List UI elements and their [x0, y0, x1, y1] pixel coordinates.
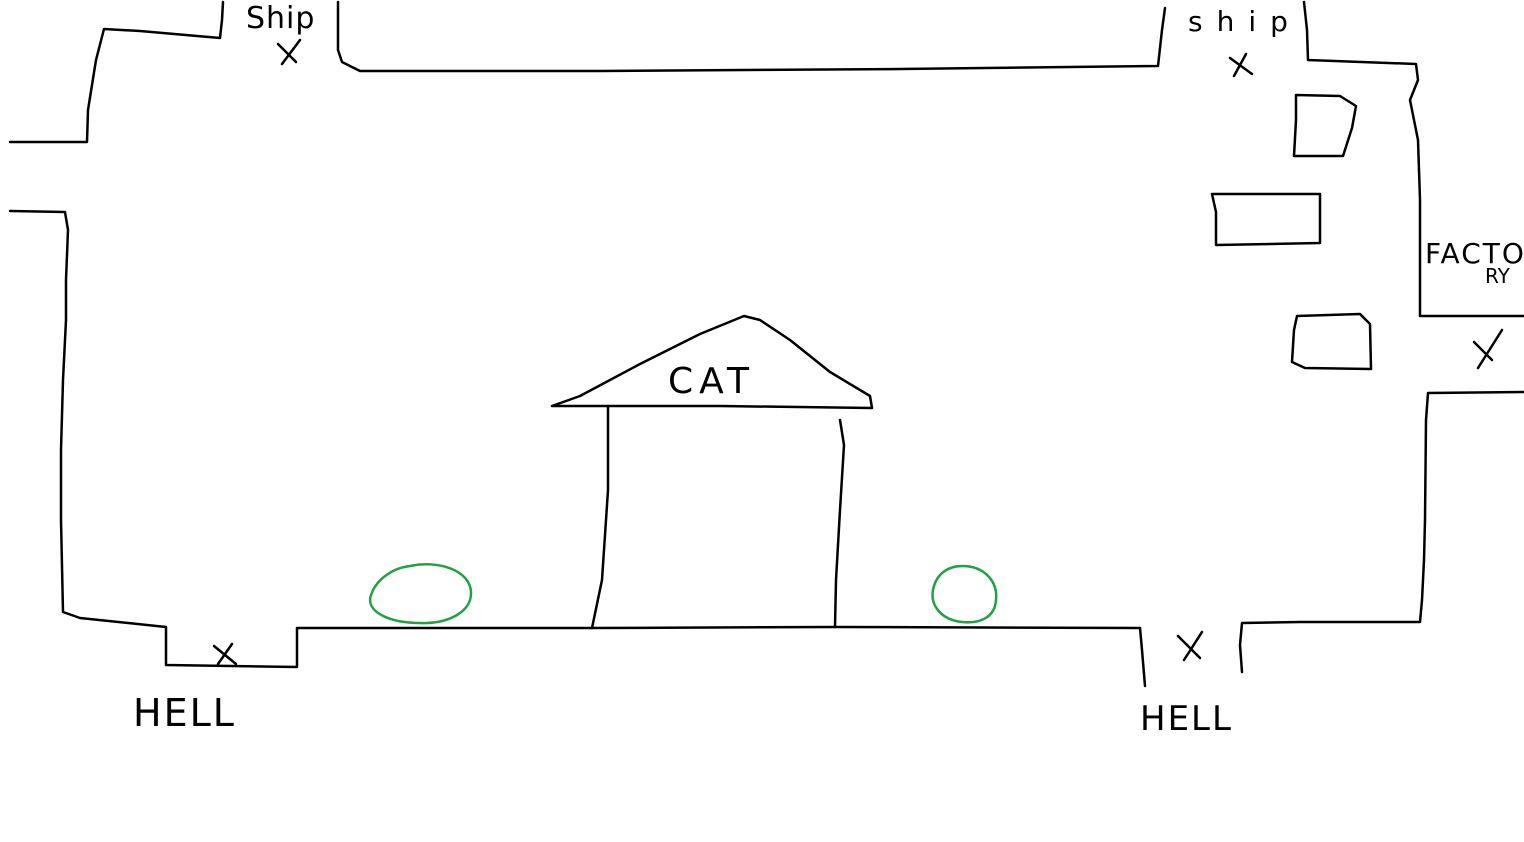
label-ship-1: Ship — [246, 1, 316, 36]
label-hell-2: HELL — [1140, 699, 1233, 739]
cat-building-right-wall — [833, 418, 846, 629]
label-cat: CAT — [668, 361, 755, 402]
wall-right-lower — [1238, 390, 1524, 674]
exit-marker-ship-2[interactable] — [1228, 52, 1254, 78]
wall-left-upper — [8, 0, 225, 144]
crate-icon — [1210, 192, 1322, 247]
crate-icon — [1292, 93, 1358, 158]
wall-top-middle — [336, 0, 1167, 73]
label-ship-2: ship — [1188, 5, 1302, 38]
exit-marker-factory[interactable] — [1472, 328, 1504, 370]
label-factory-part-2: RY — [1485, 264, 1510, 288]
bush-icon — [931, 564, 998, 624]
cat-building-left-wall — [590, 404, 610, 630]
bush-icon — [368, 563, 473, 625]
label-hell-1: HELL — [133, 691, 236, 735]
exit-marker-ship-1[interactable] — [276, 38, 302, 66]
crate-icon — [1290, 312, 1373, 371]
exit-marker-hell-1[interactable] — [212, 642, 238, 666]
wall-left-lower — [8, 209, 1147, 688]
exit-marker-hell-2[interactable] — [1176, 630, 1204, 662]
